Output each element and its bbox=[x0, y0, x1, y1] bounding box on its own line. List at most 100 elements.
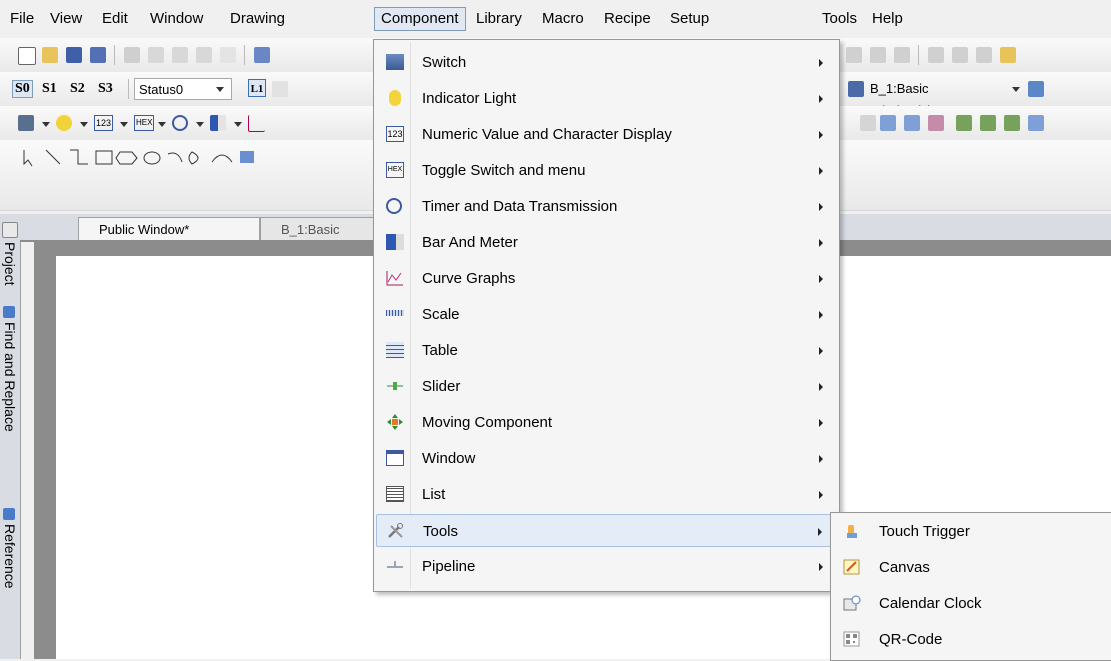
pointer-icon[interactable] bbox=[23, 150, 33, 167]
save-all-icon[interactable] bbox=[90, 47, 106, 63]
menu-item-switch[interactable]: Switch bbox=[376, 46, 835, 79]
bring-forward-icon[interactable] bbox=[1004, 115, 1020, 131]
menu-drawing[interactable]: Drawing bbox=[224, 8, 291, 30]
sidebar-tab-find-replace[interactable]: Find and Replace bbox=[1, 322, 19, 432]
align-top-icon[interactable] bbox=[846, 47, 862, 63]
format-icon[interactable] bbox=[196, 47, 212, 63]
menu-view[interactable]: View bbox=[44, 8, 88, 30]
image-tool-icon[interactable] bbox=[240, 151, 254, 163]
ungroup-icon[interactable] bbox=[952, 47, 968, 63]
chevron-down-icon[interactable] bbox=[158, 122, 166, 127]
menu-component[interactable]: Component bbox=[374, 7, 466, 31]
goto-window-icon[interactable] bbox=[1028, 81, 1044, 97]
align-bottom-icon[interactable] bbox=[894, 47, 910, 63]
submenu-arrow-icon bbox=[819, 347, 823, 355]
light-bulb-icon[interactable] bbox=[56, 115, 72, 131]
fan-tool-icon[interactable] bbox=[188, 151, 199, 165]
group-icon[interactable] bbox=[928, 47, 944, 63]
state-s3-button[interactable]: S3 bbox=[98, 81, 113, 97]
arc-tool-icon[interactable] bbox=[167, 152, 183, 163]
state-s0-button[interactable]: S0 bbox=[12, 80, 33, 98]
undo-icon[interactable] bbox=[254, 47, 270, 63]
toggle-switch-button[interactable]: HEX bbox=[134, 115, 155, 131]
menu-recipe[interactable]: Recipe bbox=[598, 8, 657, 30]
menu-item-pipeline[interactable]: Pipeline bbox=[376, 550, 835, 583]
curve-graph-icon[interactable] bbox=[248, 115, 265, 132]
open-folder-icon[interactable] bbox=[42, 47, 58, 63]
menu-item-slider[interactable]: Slider bbox=[376, 370, 835, 403]
menu-item-indicator-light[interactable]: Indicator Light bbox=[376, 82, 835, 115]
state-s2-button[interactable]: S2 bbox=[70, 81, 85, 97]
ellipse-tool-icon[interactable] bbox=[143, 151, 161, 165]
language-icon[interactable] bbox=[272, 81, 288, 97]
tools-submenu: Touch Trigger Canvas Calendar Clock QR-C… bbox=[830, 512, 1111, 661]
sidebar-tab-reference[interactable]: Reference bbox=[1, 524, 19, 589]
menu-item-tools[interactable]: Tools bbox=[376, 514, 835, 547]
submenu-item-qr-code[interactable]: QR-Code bbox=[833, 623, 1110, 656]
layer-icon[interactable] bbox=[976, 47, 992, 63]
chevron-down-icon[interactable] bbox=[120, 122, 128, 127]
chevron-down-icon[interactable] bbox=[234, 122, 242, 127]
save-icon[interactable] bbox=[66, 47, 82, 63]
project-panel-icon[interactable] bbox=[2, 222, 18, 238]
new-file-icon[interactable] bbox=[18, 47, 36, 65]
menu-file[interactable]: File bbox=[4, 8, 40, 30]
menu-item-table[interactable]: Table bbox=[376, 334, 835, 367]
window-icon bbox=[386, 450, 404, 466]
menu-item-list[interactable]: List bbox=[376, 478, 835, 511]
menu-item-scale[interactable]: Scale bbox=[376, 298, 835, 331]
side-panel: Project Find and Replace Reference bbox=[0, 214, 21, 659]
language-l1-button[interactable]: L1 bbox=[248, 79, 266, 97]
paste-icon[interactable] bbox=[172, 47, 188, 63]
move-top-icon[interactable] bbox=[928, 115, 944, 131]
tip-icon[interactable] bbox=[1000, 47, 1016, 63]
align-middle-icon[interactable] bbox=[870, 47, 886, 63]
bar-meter-icon[interactable] bbox=[210, 115, 226, 131]
menu-edit[interactable]: Edit bbox=[96, 8, 134, 30]
submenu-item-touch-trigger[interactable]: Touch Trigger bbox=[833, 515, 1110, 548]
chevron-down-icon[interactable] bbox=[80, 122, 88, 127]
state-s1-button[interactable]: S1 bbox=[42, 81, 57, 97]
send-backward-icon[interactable] bbox=[1028, 115, 1044, 131]
menu-item-toggle-switch[interactable]: HEX Toggle Switch and menu bbox=[376, 154, 835, 187]
sidebar-tab-project[interactable]: Project bbox=[1, 242, 19, 286]
submenu-item-canvas[interactable]: Canvas bbox=[833, 551, 1110, 584]
chevron-down-icon[interactable] bbox=[42, 122, 50, 127]
polyline-tool-icon[interactable] bbox=[70, 149, 88, 165]
menu-help[interactable]: Help bbox=[866, 8, 909, 30]
polygon-tool-icon[interactable] bbox=[115, 151, 138, 165]
rectangle-tool-icon[interactable] bbox=[95, 150, 113, 165]
submenu-item-calendar-clock[interactable]: Calendar Clock bbox=[833, 587, 1110, 620]
cut-icon[interactable] bbox=[124, 47, 140, 63]
menu-item-bar-meter[interactable]: Bar And Meter bbox=[376, 226, 835, 259]
switch-icon[interactable] bbox=[18, 115, 34, 131]
macro-icon[interactable] bbox=[860, 115, 876, 131]
component-menu: Switch Indicator Light 123 Numeric Value… bbox=[373, 39, 840, 592]
move-down-icon[interactable] bbox=[904, 115, 920, 131]
menu-item-label: Window bbox=[422, 450, 476, 467]
chord-tool-icon[interactable] bbox=[211, 154, 233, 163]
tab-public-window[interactable]: Public Window* bbox=[78, 217, 260, 240]
timer-icon[interactable] bbox=[172, 115, 188, 131]
menu-window[interactable]: Window bbox=[144, 8, 209, 30]
window-select[interactable]: B_1:Basic Window(1) bbox=[866, 78, 990, 118]
line-tool-icon[interactable] bbox=[45, 149, 61, 165]
menu-macro[interactable]: Macro bbox=[536, 8, 590, 30]
submenu-arrow-icon bbox=[819, 167, 823, 175]
send-back-icon[interactable] bbox=[980, 115, 996, 131]
copy-icon[interactable] bbox=[148, 47, 164, 63]
menu-item-moving-component[interactable]: Moving Component bbox=[376, 406, 835, 439]
menu-item-numeric-display[interactable]: 123 Numeric Value and Character Display bbox=[376, 118, 835, 151]
menu-tools[interactable]: Tools bbox=[816, 8, 863, 30]
numeric-display-button[interactable]: 123 bbox=[94, 115, 114, 131]
bring-front-icon[interactable] bbox=[956, 115, 972, 131]
chevron-down-icon[interactable] bbox=[196, 122, 204, 127]
menu-item-window[interactable]: Window bbox=[376, 442, 835, 475]
menu-item-curve-graphs[interactable]: Curve Graphs bbox=[376, 262, 835, 295]
move-up-icon[interactable] bbox=[880, 115, 896, 131]
menu-setup[interactable]: Setup bbox=[664, 8, 715, 30]
menu-item-timer[interactable]: Timer and Data Transmission bbox=[376, 190, 835, 223]
menu-library[interactable]: Library bbox=[470, 8, 528, 30]
delete-icon[interactable] bbox=[220, 47, 236, 63]
submenu-arrow-icon bbox=[819, 203, 823, 211]
